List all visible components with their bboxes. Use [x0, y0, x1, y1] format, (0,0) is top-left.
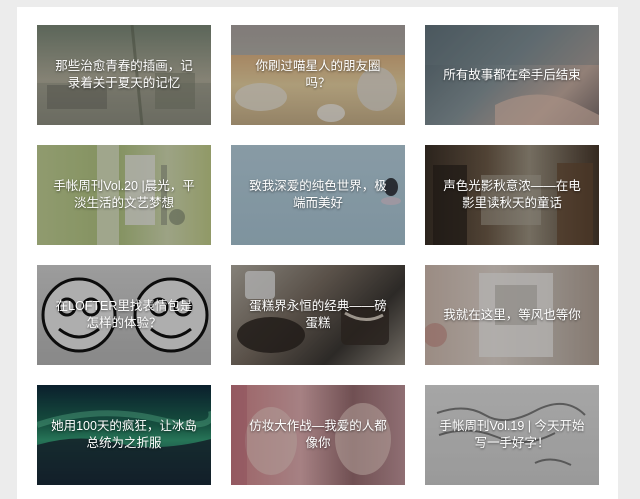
article-card-journal-vol19[interactable]: 手帐周刊Vol.19 | 今天开始写一手好字！ [425, 385, 599, 485]
article-card-autumn-films[interactable]: 声色光影秋意浓——在电影里读秋天的童话 [425, 145, 599, 245]
card-caption: 她用100天的疯狂，让冰岛总统为之折服 [51, 419, 197, 450]
card-caption: 致我深爱的纯色世界，极端而美好 [249, 179, 387, 210]
article-card-sticker-packs[interactable]: 在LOFTER里找表情包是怎样的体验？ [37, 265, 211, 365]
article-card-solid-color[interactable]: 致我深爱的纯色世界，极端而美好 [231, 145, 405, 245]
article-card-waiting-wind[interactable]: 我就在这里，等风也等你 [425, 265, 599, 365]
card-caption: 在LOFTER里找表情包是怎样的体验？ [55, 299, 193, 330]
card-caption: 你刷过喵星人的朋友圈吗？ [255, 59, 381, 90]
article-card-illustration-summer[interactable]: 那些治愈青春的插画，记录着关于夏天的记忆 [37, 25, 211, 125]
article-card-makeup[interactable]: 仿妆大作战—我爱的人都像你 [231, 385, 405, 485]
card-caption: 所有故事都在牵手后结束 [443, 67, 581, 82]
content-panel: 那些治愈青春的插画，记录着关于夏天的记忆 你刷过喵星人的朋友圈吗？ 所有故事都在… [17, 7, 618, 499]
card-caption: 仿妆大作战—我爱的人都像你 [249, 419, 387, 450]
card-caption: 声色光影秋意浓——在电影里读秋天的童话 [443, 179, 581, 210]
article-card-iceland[interactable]: 她用100天的疯狂，让冰岛总统为之折服 [37, 385, 211, 485]
article-card-journal-vol20[interactable]: 手帐周刊Vol.20 |晨光，平淡生活的文艺梦想 [37, 145, 211, 245]
card-caption: 手帐周刊Vol.20 |晨光，平淡生活的文艺梦想 [53, 179, 195, 210]
card-caption: 那些治愈青春的插画，记录着关于夏天的记忆 [55, 59, 193, 90]
card-caption: 我就在这里，等风也等你 [443, 307, 581, 322]
article-card-pound-cake[interactable]: 蛋糕界永恒的经典——磅蛋糕 [231, 265, 405, 365]
article-card-holding-hands[interactable]: 所有故事都在牵手后结束 [425, 25, 599, 125]
article-grid: 那些治愈青春的插画，记录着关于夏天的记忆 你刷过喵星人的朋友圈吗？ 所有故事都在… [37, 25, 599, 485]
card-caption: 蛋糕界永恒的经典——磅蛋糕 [249, 299, 387, 330]
article-card-cat-moments[interactable]: 你刷过喵星人的朋友圈吗？ [231, 25, 405, 125]
card-caption: 手帐周刊Vol.19 | 今天开始写一手好字！ [439, 419, 585, 450]
